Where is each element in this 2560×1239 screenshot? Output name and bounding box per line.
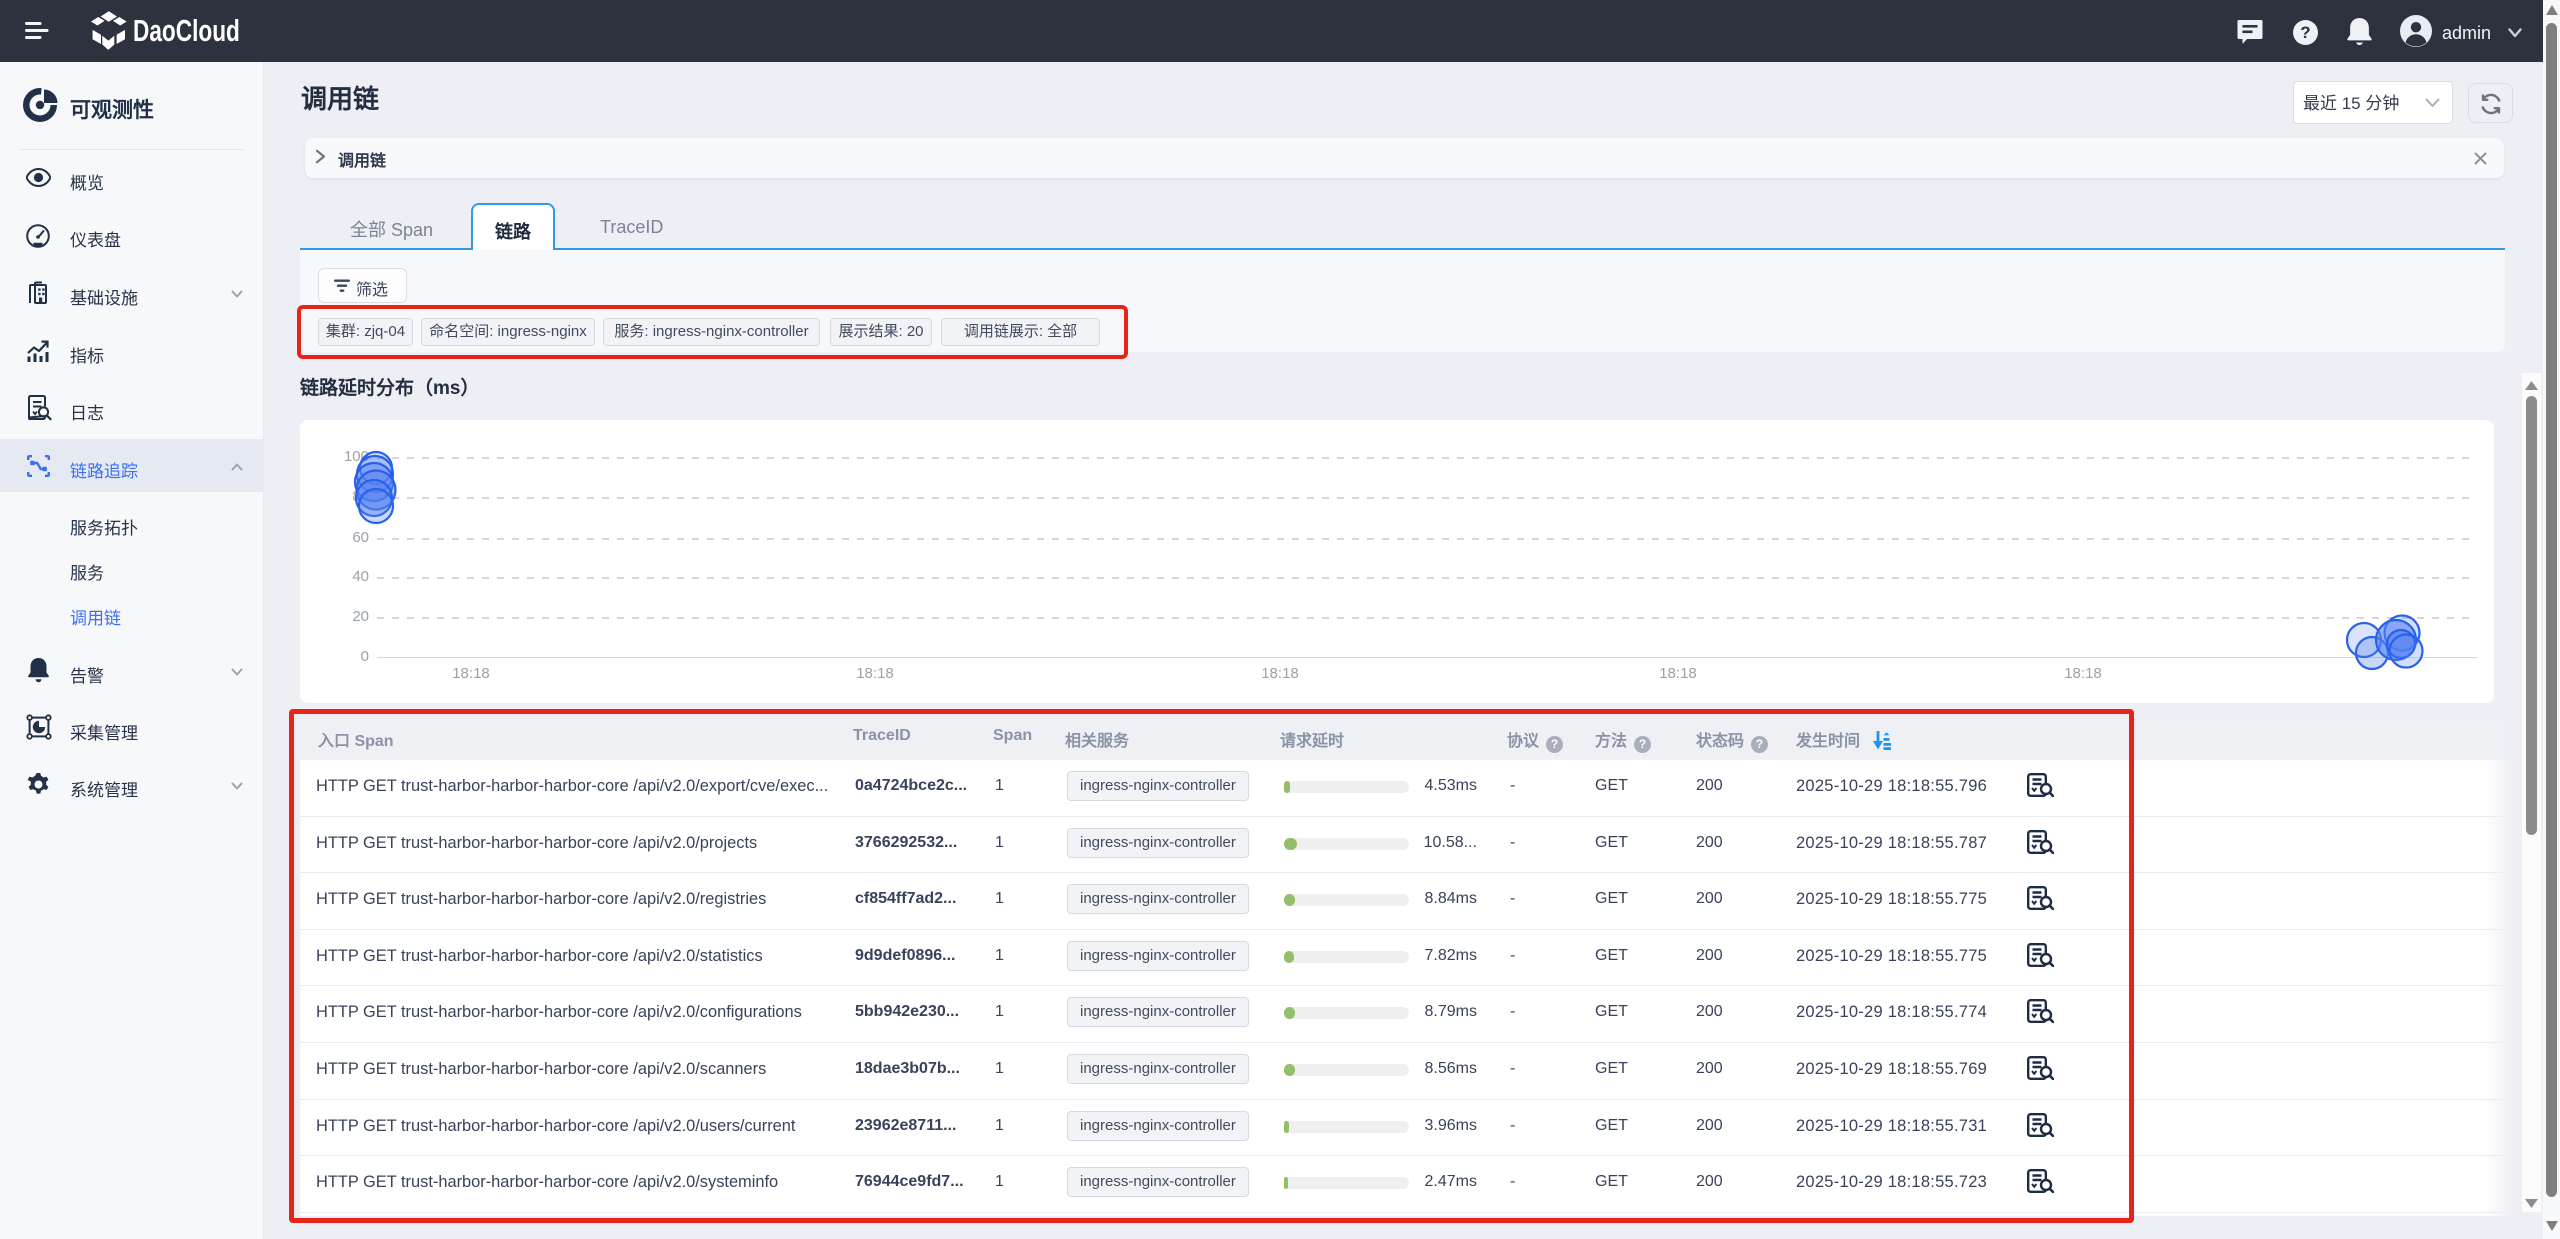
svg-text:?: ?: [2300, 23, 2310, 42]
